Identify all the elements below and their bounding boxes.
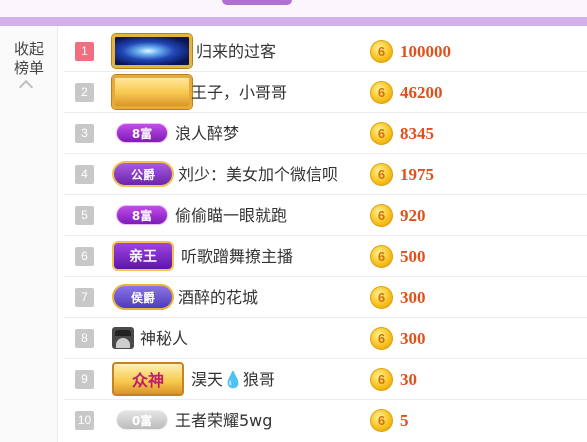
ranking-row[interactable]: 5 8富 偷偷瞄一眼就跑 6 920 — [64, 195, 587, 236]
rank-number: 3 — [75, 124, 94, 143]
username[interactable]: 归来的过客 — [196, 31, 276, 72]
noble-badge: 亲王 — [112, 241, 174, 271]
coin-icon: 6 — [370, 81, 393, 104]
coin-icon: 6 — [370, 409, 393, 432]
ranking-row[interactable]: 8 神秘人 6 300 — [64, 318, 587, 359]
username[interactable]: 偷偷瞄一眼就跑 — [175, 195, 287, 236]
ranking-row[interactable]: 2 王子，小哥哥 6 46200 — [64, 72, 587, 113]
score: 5 — [400, 411, 409, 430]
score: 500 — [400, 247, 426, 266]
chevron-up-icon — [18, 79, 34, 95]
username[interactable]: 听歌蹭舞撩主播 — [181, 236, 293, 277]
rank-number: 9 — [75, 370, 94, 389]
coin-icon: 6 — [370, 122, 393, 145]
username[interactable]: 刘少：美女加个微信呗 — [178, 154, 338, 195]
coin-icon: 6 — [370, 368, 393, 391]
header-accent-bar — [0, 17, 587, 26]
collapse-ranking-button[interactable]: 收起榜单 — [0, 26, 58, 442]
body-shape — [116, 338, 130, 348]
username[interactable]: 王者荣耀5wg — [175, 400, 272, 441]
score: 920 — [400, 206, 426, 225]
ranking-row[interactable]: 4 公爵 刘少：美女加个微信呗 6 1975 — [64, 154, 587, 195]
score: 46200 — [400, 83, 443, 102]
ranking-row[interactable]: 3 8富 浪人醉梦 6 8345 — [64, 113, 587, 154]
drag-handle[interactable] — [222, 0, 292, 5]
rank-number: 5 — [75, 206, 94, 225]
coin-icon: 6 — [370, 163, 393, 186]
username[interactable]: 酒醉的花城 — [178, 277, 258, 318]
wealth-level-badge: 8富 — [116, 205, 168, 225]
coin-icon: 6 — [370, 327, 393, 350]
top-strip — [0, 0, 587, 17]
username[interactable]: 淏天💧狼哥 — [191, 359, 275, 400]
ranking-row[interactable]: 10 0富 王者荣耀5wg 6 5 — [64, 400, 587, 441]
rank-number: 1 — [75, 42, 94, 61]
noble-badge: 侯爵 — [112, 284, 174, 310]
wealth-level-badge: 8富 — [116, 123, 168, 143]
rank-number: 7 — [75, 288, 94, 307]
username[interactable]: 王子，小哥哥 — [191, 72, 287, 113]
hat-shape — [115, 330, 131, 336]
gold-crown-badge-icon — [112, 75, 192, 109]
rank-number: 10 — [75, 411, 94, 430]
coin-icon: 6 — [370, 245, 393, 268]
ranking-row[interactable]: 7 侯爵 酒醉的花城 6 300 — [64, 277, 587, 318]
score: 30 — [400, 370, 417, 389]
rank-number: 2 — [75, 83, 94, 102]
noble-badge: 公爵 — [112, 161, 174, 187]
rank-number: 4 — [75, 165, 94, 184]
noble-badge: 众神 — [112, 362, 184, 396]
rank-number: 8 — [75, 329, 94, 348]
ranking-row[interactable]: 6 亲王 听歌蹭舞撩主播 6 500 — [64, 236, 587, 277]
ranking-row[interactable]: 9 众神 淏天💧狼哥 6 30 — [64, 359, 587, 400]
score: 300 — [400, 288, 426, 307]
ranking-row[interactable]: 1 归来的过客 6 100000 — [64, 31, 587, 72]
galaxy-badge-icon — [112, 34, 192, 68]
coin-icon: 6 — [370, 286, 393, 309]
coin-icon: 6 — [370, 204, 393, 227]
score: 100000 — [400, 42, 451, 61]
mystery-user-icon — [112, 327, 134, 349]
score: 300 — [400, 329, 426, 348]
score: 8345 — [400, 124, 434, 143]
ranking-list: 1 归来的过客 6 100000 2 王子，小哥哥 6 46200 3 8富 浪… — [64, 31, 587, 441]
username[interactable]: 浪人醉梦 — [175, 113, 239, 154]
collapse-label: 收起榜单 — [13, 40, 44, 77]
coin-icon: 6 — [370, 40, 393, 63]
score: 1975 — [400, 165, 434, 184]
wealth-level-badge: 0富 — [116, 410, 168, 430]
rank-number: 6 — [75, 247, 94, 266]
username[interactable]: 神秘人 — [140, 318, 188, 359]
